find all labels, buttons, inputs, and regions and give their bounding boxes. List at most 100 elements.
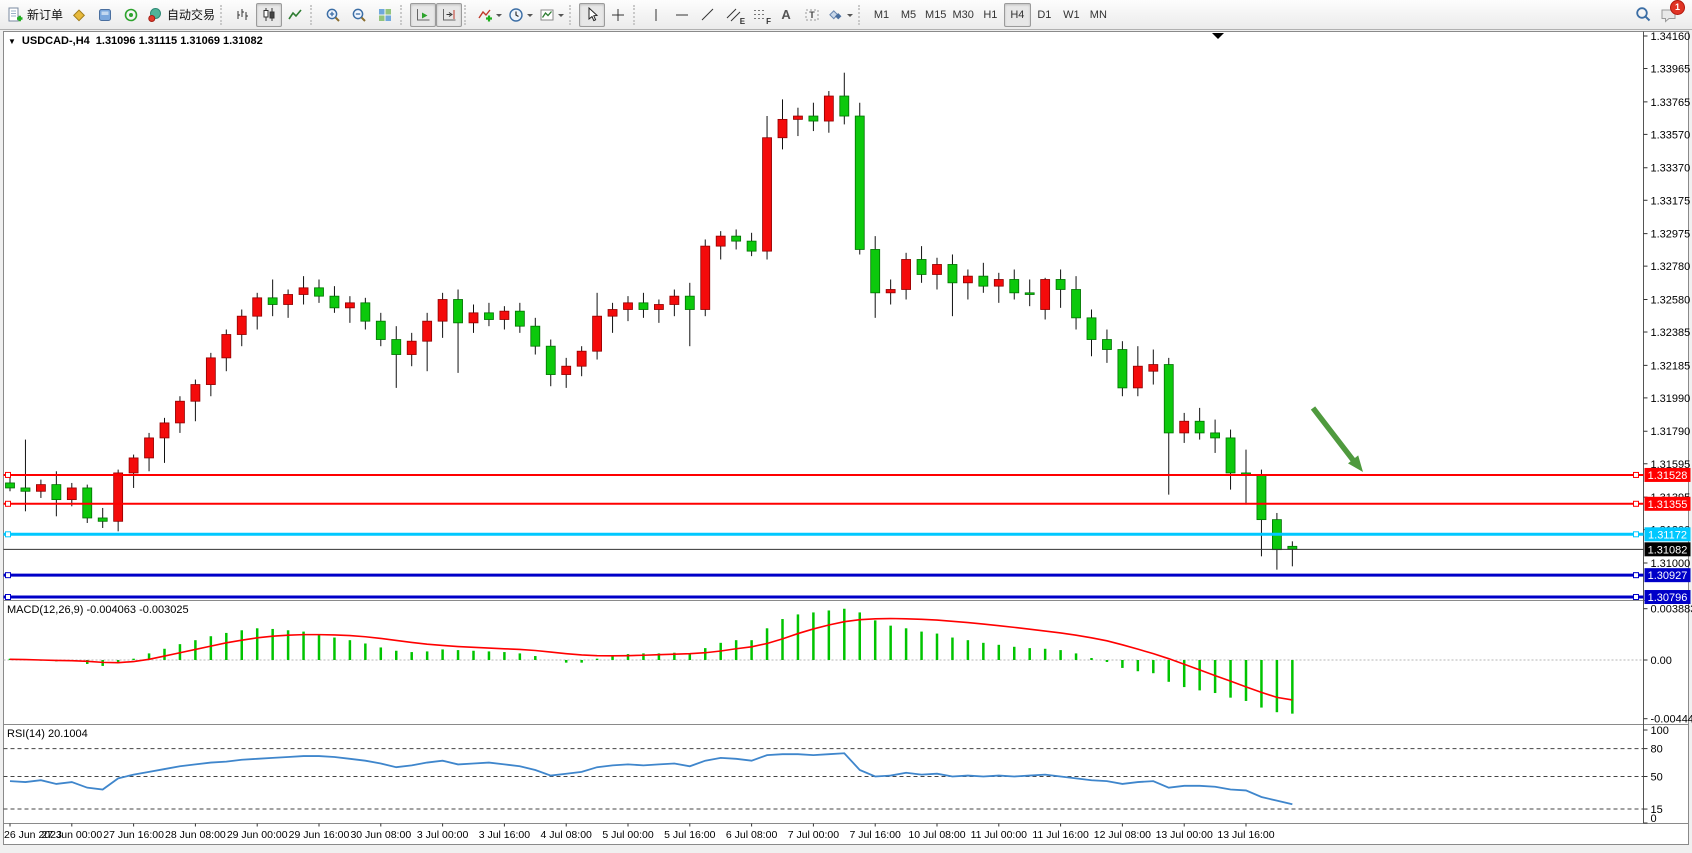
candle[interactable] xyxy=(145,438,154,458)
candle[interactable] xyxy=(747,241,756,251)
candle[interactable] xyxy=(515,311,524,326)
line-handle[interactable] xyxy=(1634,532,1639,537)
candle[interactable] xyxy=(299,288,308,295)
candlestick-chart-button[interactable] xyxy=(256,3,282,27)
auto-scroll-button[interactable] xyxy=(410,3,436,27)
shapes-tool-button[interactable] xyxy=(825,3,856,27)
candle[interactable] xyxy=(21,488,30,491)
line-chart-button[interactable] xyxy=(282,3,308,27)
candle[interactable] xyxy=(361,303,370,321)
timeframe-w1[interactable]: W1 xyxy=(1058,3,1085,27)
label-tool-button[interactable]: T xyxy=(799,3,825,27)
candle[interactable] xyxy=(1102,340,1111,350)
candle[interactable] xyxy=(546,346,555,374)
candle[interactable] xyxy=(129,458,138,473)
candle[interactable] xyxy=(330,296,339,308)
candle[interactable] xyxy=(1257,475,1266,520)
timeframe-d1[interactable]: D1 xyxy=(1031,3,1058,27)
channel-tool-button[interactable]: E xyxy=(721,3,747,27)
candle[interactable] xyxy=(933,264,942,274)
candle[interactable] xyxy=(840,96,849,116)
crosshair-tool-button[interactable] xyxy=(605,3,631,27)
timeframe-m15[interactable]: M15 xyxy=(922,3,949,27)
candle[interactable] xyxy=(824,96,833,121)
candle[interactable] xyxy=(654,304,663,309)
candle[interactable] xyxy=(484,313,493,320)
candle[interactable] xyxy=(114,473,123,521)
candle[interactable] xyxy=(1195,421,1204,433)
bar-chart-button[interactable] xyxy=(230,3,256,27)
candle[interactable] xyxy=(1226,438,1235,473)
candle[interactable] xyxy=(1118,350,1127,388)
candle[interactable] xyxy=(639,303,648,310)
symbol-dropdown-icon[interactable]: ▼ xyxy=(8,37,16,46)
chart-shift-button[interactable] xyxy=(436,3,462,27)
candle[interactable] xyxy=(979,276,988,286)
candle[interactable] xyxy=(345,303,354,308)
candle[interactable] xyxy=(701,246,710,309)
text-tool-button[interactable]: A xyxy=(773,3,799,27)
candle[interactable] xyxy=(175,401,184,423)
indicators-button[interactable] xyxy=(474,3,505,27)
horizontal-line-tool-button[interactable] xyxy=(669,3,695,27)
candle[interactable] xyxy=(1025,293,1034,295)
line-handle[interactable] xyxy=(1634,501,1639,506)
timeframe-h1[interactable]: H1 xyxy=(977,3,1004,27)
candle[interactable] xyxy=(670,296,679,304)
candle[interactable] xyxy=(902,259,911,289)
search-button[interactable] xyxy=(1630,3,1656,27)
profile-button[interactable] xyxy=(92,3,118,27)
candle[interactable] xyxy=(206,358,215,385)
candle[interactable] xyxy=(577,351,586,366)
chart-window[interactable]: 1.341601.339651.337651.335701.333701.331… xyxy=(0,31,1692,853)
candle[interactable] xyxy=(1149,365,1158,372)
candle[interactable] xyxy=(407,341,416,354)
line-handle[interactable] xyxy=(1634,573,1639,578)
line-handle[interactable] xyxy=(6,472,11,477)
candle[interactable] xyxy=(315,288,324,296)
timeframe-m30[interactable]: M30 xyxy=(949,3,976,27)
candle[interactable] xyxy=(1056,279,1065,289)
candle[interactable] xyxy=(855,116,864,249)
trendline-tool-button[interactable] xyxy=(695,3,721,27)
candle[interactable] xyxy=(994,279,1003,286)
candle[interactable] xyxy=(98,518,107,521)
timeframe-m1[interactable]: M1 xyxy=(868,3,895,27)
candle[interactable] xyxy=(809,116,818,121)
candle[interactable] xyxy=(67,488,76,500)
candle[interactable] xyxy=(438,299,447,321)
candle[interactable] xyxy=(1164,365,1173,433)
chart-canvas[interactable]: 1.341601.339651.337651.335701.333701.331… xyxy=(0,31,1692,853)
candle[interactable] xyxy=(237,316,246,334)
auto-trading-button[interactable]: 自动交易 xyxy=(144,3,218,27)
candle[interactable] xyxy=(531,326,540,346)
candle[interactable] xyxy=(948,264,957,282)
zoom-out-button[interactable] xyxy=(346,3,372,27)
candle[interactable] xyxy=(469,313,478,323)
candle[interactable] xyxy=(268,298,277,305)
new-order-button[interactable]: 新订单 xyxy=(4,3,66,27)
notifications-button[interactable]: 1 xyxy=(1656,3,1682,27)
candle[interactable] xyxy=(423,321,432,341)
alerts-button[interactable] xyxy=(118,3,144,27)
candle[interactable] xyxy=(1211,433,1220,438)
zoom-in-button[interactable] xyxy=(320,3,346,27)
candle[interactable] xyxy=(454,299,463,322)
candle[interactable] xyxy=(6,483,15,488)
candle[interactable] xyxy=(917,259,926,274)
line-handle[interactable] xyxy=(6,532,11,537)
candle[interactable] xyxy=(593,316,602,351)
candle[interactable] xyxy=(160,423,169,438)
candle[interactable] xyxy=(624,303,633,310)
candle[interactable] xyxy=(376,321,385,339)
line-handle[interactable] xyxy=(1634,472,1639,477)
candle[interactable] xyxy=(886,289,895,292)
candle[interactable] xyxy=(284,294,293,304)
candle[interactable] xyxy=(608,310,617,317)
candle[interactable] xyxy=(732,236,741,241)
vertical-line-tool-button[interactable] xyxy=(643,3,669,27)
candle[interactable] xyxy=(793,116,802,119)
line-handle[interactable] xyxy=(6,595,11,600)
candle[interactable] xyxy=(52,485,61,500)
timeframe-m5[interactable]: M5 xyxy=(895,3,922,27)
